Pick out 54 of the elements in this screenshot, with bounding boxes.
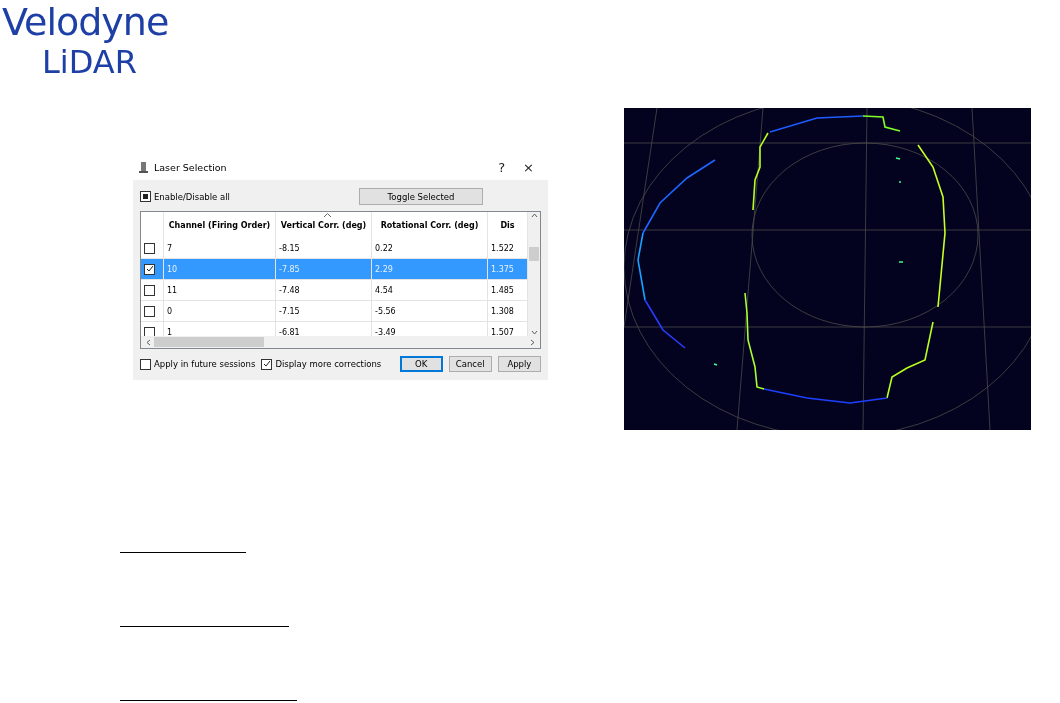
help-button[interactable]: ?: [492, 160, 512, 175]
table-cell: -8.15: [276, 238, 372, 259]
table-row-cell[interactable]: [141, 301, 164, 322]
checkbox-label: Enable/Disable all: [154, 191, 230, 202]
checkbox[interactable]: [144, 326, 155, 336]
logo-text: Velodyne: [2, 0, 169, 44]
table-cell: 11: [164, 280, 276, 301]
table-cell: 7: [164, 238, 276, 259]
table-cell: -6.81: [276, 322, 372, 336]
checkbox-label: Display more corrections: [275, 359, 382, 369]
scroll-left-icon[interactable]: [145, 338, 152, 346]
checkbox[interactable]: [144, 263, 155, 275]
table-row-cell[interactable]: [141, 280, 164, 301]
table-cell: 1.308: [488, 301, 528, 322]
horizontal-scrollbar[interactable]: [141, 336, 540, 348]
dialog-button[interactable]: Apply: [497, 356, 541, 372]
table-cell: 10: [164, 259, 276, 280]
dialog-button[interactable]: OK: [399, 356, 443, 372]
table-cell: -3.49: [372, 322, 488, 336]
checkbox[interactable]: [261, 358, 273, 370]
scroll-right-icon[interactable]: [529, 338, 536, 346]
vertical-scrollbar[interactable]: [528, 212, 540, 336]
device-icon: [139, 162, 148, 173]
scrollbar-thumb[interactable]: [154, 337, 264, 347]
table-cell: 1.485: [488, 280, 528, 301]
table-cell: 1.507: [488, 322, 528, 336]
dialog-title: Laser Selection: [154, 162, 228, 173]
close-button[interactable]: ×: [517, 160, 540, 175]
toggle-selected-button[interactable]: Toggle Selected: [359, 188, 483, 205]
checkbox[interactable]: [144, 305, 155, 317]
checkbox[interactable]: [140, 358, 151, 370]
dialog-button[interactable]: Cancel: [448, 356, 492, 372]
table-row-cell[interactable]: [141, 259, 164, 280]
table-cell: 4.54: [372, 280, 488, 301]
logo-text: LiDAR: [42, 44, 137, 80]
table-cell: 2.29: [372, 259, 488, 280]
table-row-cell[interactable]: [141, 238, 164, 259]
table-cell: 1: [164, 322, 276, 336]
table-cell: -5.56: [372, 301, 488, 322]
table-cell: 0: [164, 301, 276, 322]
table-cell: -7.85: [276, 259, 372, 280]
table-cell: 0.22: [372, 238, 488, 259]
checkbox-label: Apply in future sessions: [154, 359, 256, 369]
table-cell: -7.48: [276, 280, 372, 301]
sort-icon: [323, 213, 331, 217]
table-cell: 1.522: [488, 238, 528, 259]
table-cell: 1.375: [488, 259, 528, 280]
scroll-up-icon[interactable]: [530, 212, 538, 219]
checkbox[interactable]: [140, 191, 151, 202]
scrollbar-thumb[interactable]: [529, 247, 539, 261]
checkbox[interactable]: [144, 284, 155, 296]
checkbox[interactable]: [144, 242, 155, 254]
scroll-down-icon[interactable]: [530, 329, 538, 336]
table-cell: -7.15: [276, 301, 372, 322]
